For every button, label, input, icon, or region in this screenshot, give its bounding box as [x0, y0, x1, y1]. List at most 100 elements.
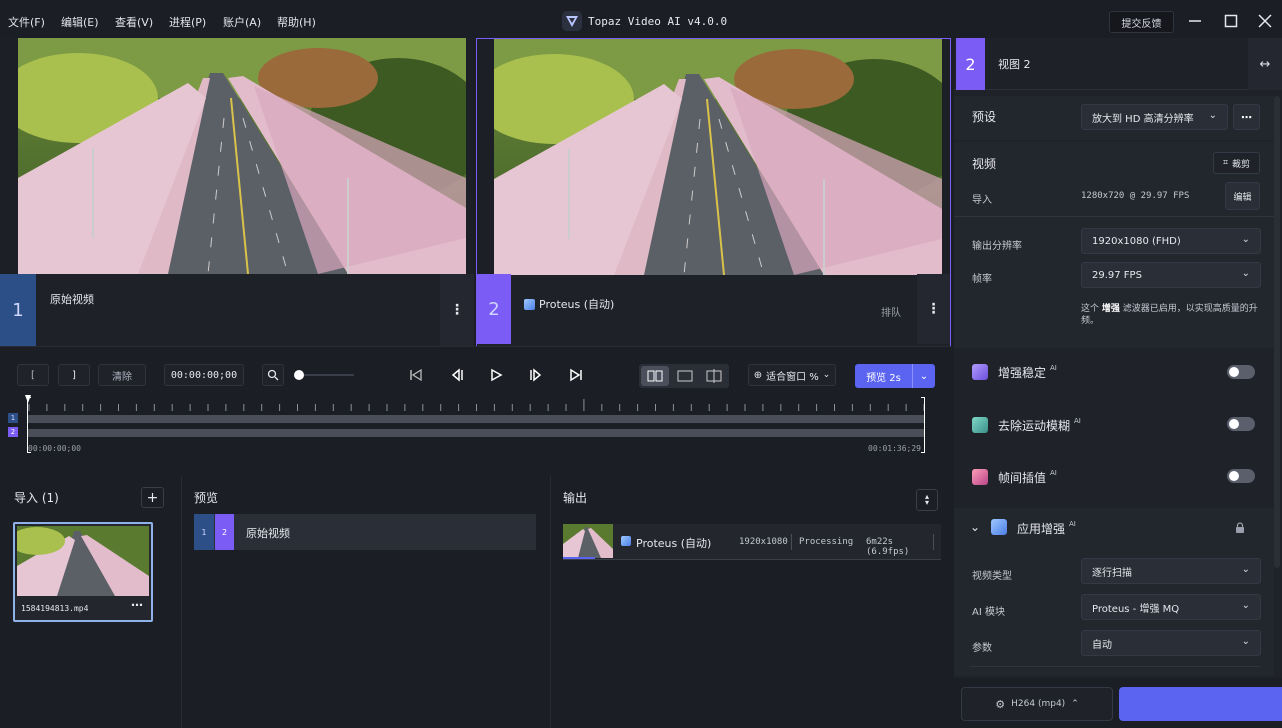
expand-horizontal-icon[interactable]: ↔ [1248, 38, 1282, 90]
timeline-track-1[interactable] [27, 415, 925, 423]
video-type-dropdown[interactable]: 逐行扫描 ⌄ [1081, 558, 1261, 584]
import-file-card[interactable]: 1584194813.mp4 ⋯ [13, 522, 153, 622]
preset-label: 预设 [972, 110, 997, 124]
app-title: Topaz Video AI v4.0.0 [562, 10, 727, 32]
preview-button[interactable]: 预览 2s [855, 364, 912, 388]
edit-button[interactable]: 编辑 [1225, 182, 1260, 210]
app-title-text: Topaz Video AI v4.0.0 [588, 14, 728, 28]
video-pane-original[interactable]: 1 原始视频 ⋮ [0, 38, 474, 346]
output-resolution-dropdown[interactable]: 1920x1080 (FHD) ⌄ [1081, 228, 1261, 254]
mark-in-button[interactable]: [ [17, 364, 49, 386]
zoom-icon[interactable] [262, 364, 284, 386]
preview-row[interactable]: 1 2 原始视频 [194, 514, 536, 550]
play-icon[interactable] [488, 367, 504, 383]
param-label: 参数 [972, 643, 992, 654]
chevron-down-icon: ⌄ [1241, 636, 1250, 647]
file-name: 1584194813.mp4 [21, 604, 89, 613]
ai-badge: AI [1050, 469, 1057, 477]
close-icon[interactable] [1256, 12, 1274, 30]
minimize-icon[interactable] [1186, 12, 1204, 30]
pane-menu-icon[interactable]: ⋮ [440, 274, 474, 346]
zoom-fit-icon: ⊕ [753, 369, 763, 381]
pane-model-label: Proteus (自动) [524, 296, 614, 312]
maximize-icon[interactable] [1222, 12, 1240, 30]
add-icon[interactable]: + [141, 487, 164, 508]
feature-label: 帧间插值 [998, 471, 1047, 485]
single-view-icon[interactable] [671, 366, 699, 386]
codec-button[interactable]: ⚙ H264 (mp4) ⌃ [961, 687, 1113, 721]
out-bracket[interactable] [921, 397, 925, 453]
crop-label: 裁剪 [1232, 159, 1251, 170]
video-label: 视频 [972, 157, 997, 171]
menu-account[interactable]: 账户(A) [223, 14, 261, 30]
output-progress-bar [563, 557, 595, 559]
crop-button[interactable]: ⌗ 裁剪 [1213, 152, 1260, 174]
param-dropdown[interactable]: 自动 ⌄ [1081, 630, 1261, 656]
import-title: 导入 (1) [14, 491, 59, 505]
clear-button[interactable]: 清除 [98, 364, 146, 386]
note-text: 这个 [1081, 304, 1102, 314]
ai-model-dropdown[interactable]: Proteus - 增强 MQ ⌄ [1081, 594, 1261, 620]
gear-icon: ⚙ [995, 697, 1006, 711]
ai-model-value: Proteus - 增强 MQ [1092, 603, 1180, 615]
feedback-button[interactable]: 提交反馈 [1109, 11, 1174, 33]
sort-icon[interactable]: ▴ ▾ [916, 489, 938, 511]
menu-file[interactable]: 文件(F) [8, 14, 45, 30]
output-model: Proteus (自动) [636, 537, 712, 550]
collapse-chevron-icon[interactable]: ⌄ [970, 520, 980, 534]
transport-bar: [ ] 清除 00:00:00;00 ⊕ 适合窗口 % ⌄ 预览 2s ⌄ 1 … [0, 346, 952, 474]
menu-edit[interactable]: 编辑(E) [61, 14, 99, 30]
motion-deblur-toggle[interactable] [1227, 417, 1255, 431]
menu-process[interactable]: 进程(P) [169, 14, 206, 30]
feature-frame-interpolation: 帧间插值 AI [998, 469, 1057, 486]
menu-help[interactable]: 帮助(H) [277, 14, 316, 30]
timeline-ruler[interactable] [27, 399, 925, 413]
mark-out-button[interactable]: ] [58, 364, 90, 386]
view-number: 2 [956, 38, 985, 90]
divider [933, 534, 934, 550]
preset-section: 预设 放大到 HD 高清分辨率 ⌄ ⋯ [954, 96, 1274, 140]
video-pane-processed[interactable]: 2 Proteus (自动) 排队 ⋮ [476, 38, 951, 347]
fps-dropdown[interactable]: 29.97 FPS ⌄ [1081, 262, 1261, 288]
sidebar-scrollbar[interactable] [1274, 96, 1280, 568]
enhance-title: 应用增强 AI [1017, 520, 1076, 537]
lock-icon[interactable] [1235, 522, 1245, 534]
preset-dropdown[interactable]: 放大到 HD 高清分辨率 ⌄ [1081, 104, 1228, 130]
chevron-down-icon: ⌄ [1241, 268, 1250, 279]
timecode-field[interactable]: 00:00:00;00 [164, 364, 244, 386]
split-view-icon[interactable] [700, 366, 728, 386]
side-by-side-icon[interactable] [641, 366, 669, 386]
settings-sidebar: 2 视图 2 ↔ 预设 放大到 HD 高清分辨率 ⌄ ⋯ 视频 ⌗ 裁剪 导入 1… [954, 38, 1282, 728]
divider [954, 216, 1274, 217]
zoom-slider-thumb[interactable] [294, 370, 304, 380]
file-menu-icon[interactable]: ⋯ [131, 598, 143, 612]
frame-interpolation-icon [972, 469, 988, 485]
fit-window-dropdown[interactable]: ⊕ 适合窗口 % ⌄ [748, 364, 836, 386]
skip-start-icon[interactable] [408, 367, 424, 383]
menu-view[interactable]: 查看(V) [115, 14, 153, 30]
pane-menu-icon[interactable]: ⋮ [917, 274, 950, 344]
export-button[interactable] [1119, 687, 1282, 721]
output-status: Processing [799, 537, 854, 547]
video-section: 视频 ⌗ 裁剪 导入 1280x720 @ 29.97 FPS 编辑 输出分辨率 … [954, 142, 1274, 348]
fit-window-label: 适合窗口 % [766, 371, 819, 383]
view-label: 视图 2 [998, 58, 1031, 71]
divider [791, 534, 792, 550]
feature-motion-deblur: 去除运动模糊 AI [998, 417, 1081, 434]
frame-interpolation-toggle[interactable] [1227, 469, 1255, 483]
timeline-track-2[interactable] [27, 429, 925, 437]
zoom-slider-track[interactable] [296, 374, 354, 376]
track-number: 2 [8, 427, 18, 437]
preset-more-icon[interactable]: ⋯ [1233, 104, 1260, 130]
skip-end-icon[interactable] [568, 367, 584, 383]
step-back-icon[interactable] [449, 367, 465, 383]
stabilize-toggle[interactable] [1227, 365, 1255, 379]
preview-dropdown-chevron-icon[interactable]: ⌄ [912, 364, 935, 388]
ai-badge: AI [1074, 417, 1081, 425]
preview-title: 预览 [194, 491, 219, 505]
proteus-cube-icon [621, 536, 631, 546]
track-number: 1 [8, 413, 18, 423]
step-forward-icon[interactable] [528, 367, 544, 383]
import-value: 1280x720 @ 29.97 FPS [1081, 191, 1190, 201]
output-job-row[interactable]: Proteus (自动) 1920x1080 Processing 6m22s … [563, 524, 941, 560]
